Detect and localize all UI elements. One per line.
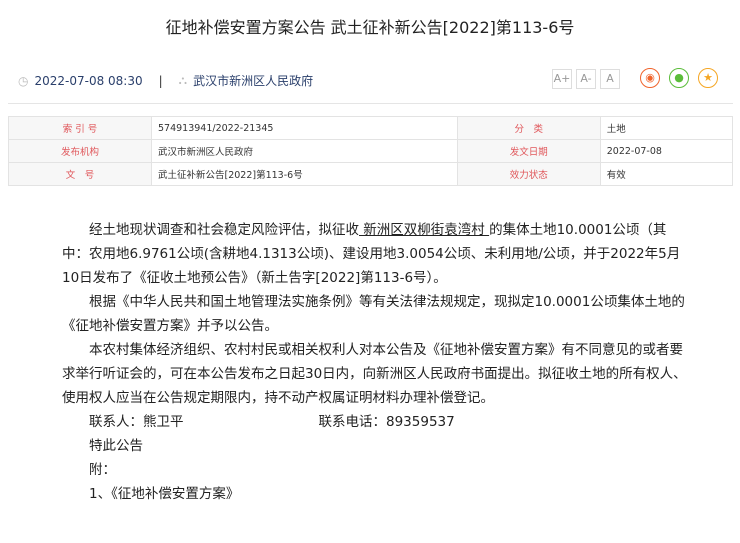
label-doc-number: 文 号 xyxy=(8,162,152,186)
label-category: 分 类 xyxy=(456,116,601,140)
value-publisher: 武汉市新洲区人民政府 xyxy=(151,139,458,163)
label-publisher: 发布机构 xyxy=(8,139,152,163)
label-index: 索 引 号 xyxy=(8,116,152,140)
p1-text-a: 经土地现状调查和社会稳定风险评估，拟征收 xyxy=(89,222,359,238)
font-size-tools: A+ A- A xyxy=(552,69,620,89)
weibo-share-icon[interactable]: ◉ xyxy=(640,68,660,88)
table-row: 文 号武土征补新公告[2022]第113-6号 效力状态 有效 xyxy=(8,162,734,186)
attachment-label: 附： xyxy=(89,462,116,478)
value-category: 土地 xyxy=(599,116,734,140)
organization-icon: ⛬ xyxy=(178,73,188,87)
table-row: 索 引 号 574913941/2022-21345 分 类土地 xyxy=(8,116,734,140)
place-name: 新洲区双柳街袁湾村 xyxy=(359,222,490,238)
font-increase-button[interactable]: A+ xyxy=(552,69,572,89)
meta-line: ◷ 2022-07-08 08:30 | ⛬ 武汉市新洲区人民政府 xyxy=(18,72,313,89)
attachment-1[interactable]: 1、《征地补偿安置方案》 xyxy=(89,482,692,506)
article-body: 经土地现状调查和社会稳定风险评估，拟征收 新洲区双柳街袁湾村 的集体土地10.0… xyxy=(62,218,692,506)
value-status: 有效 xyxy=(599,162,734,186)
favorite-star-icon[interactable]: ★ xyxy=(698,68,718,88)
divider xyxy=(8,103,733,104)
clock-icon: ◷ xyxy=(18,73,29,88)
contact-row: 联系人：熊卫平 联系电话：89359537 xyxy=(89,410,692,434)
label-date: 发文日期 xyxy=(456,139,601,163)
share-tools: ◉ ● ★ xyxy=(640,68,718,88)
value-date: 2022-07-08 xyxy=(599,139,734,163)
contact-person: 联系人：熊卫平 xyxy=(89,414,184,430)
font-reset-button[interactable]: A xyxy=(600,69,620,89)
paragraph-2: 根据《中华人民共和国土地管理法实施条例》等有关法律法规规定，现拟定10.0001… xyxy=(62,294,685,334)
notice-line: 特此公告 xyxy=(89,438,143,454)
paragraph-3: 本农村集体经济组织、农村村民或相关权利人对本公告及《征地补偿安置方案》有不同意见… xyxy=(62,342,687,406)
label-status: 效力状态 xyxy=(456,162,601,186)
contact-phone: 联系电话：89359537 xyxy=(318,414,455,430)
page-title: 征地补偿安置方案公告 武土征补新公告[2022]第113-6号 xyxy=(165,18,575,37)
publisher: 武汉市新洲区人民政府 xyxy=(193,74,314,88)
table-row: 发布机构 武汉市新洲区人民政府 发文日期 2022-07-08 xyxy=(8,139,734,163)
publish-datetime: 2022-07-08 08:30 xyxy=(34,73,143,88)
wechat-share-icon[interactable]: ● xyxy=(669,68,689,88)
value-doc-number: 武土征补新公告[2022]第113-6号 xyxy=(151,162,458,186)
separator: | xyxy=(158,73,163,88)
font-decrease-button[interactable]: A- xyxy=(576,69,596,89)
info-table: 索 引 号 574913941/2022-21345 分 类土地 发布机构 武汉市新洲… xyxy=(8,116,734,186)
paragraph-1: 经土地现状调查和社会稳定风险评估，拟征收 新洲区双柳街袁湾村 的集体土地10.0… xyxy=(62,218,692,290)
value-index: 574913941/2022-21345 xyxy=(151,116,458,140)
